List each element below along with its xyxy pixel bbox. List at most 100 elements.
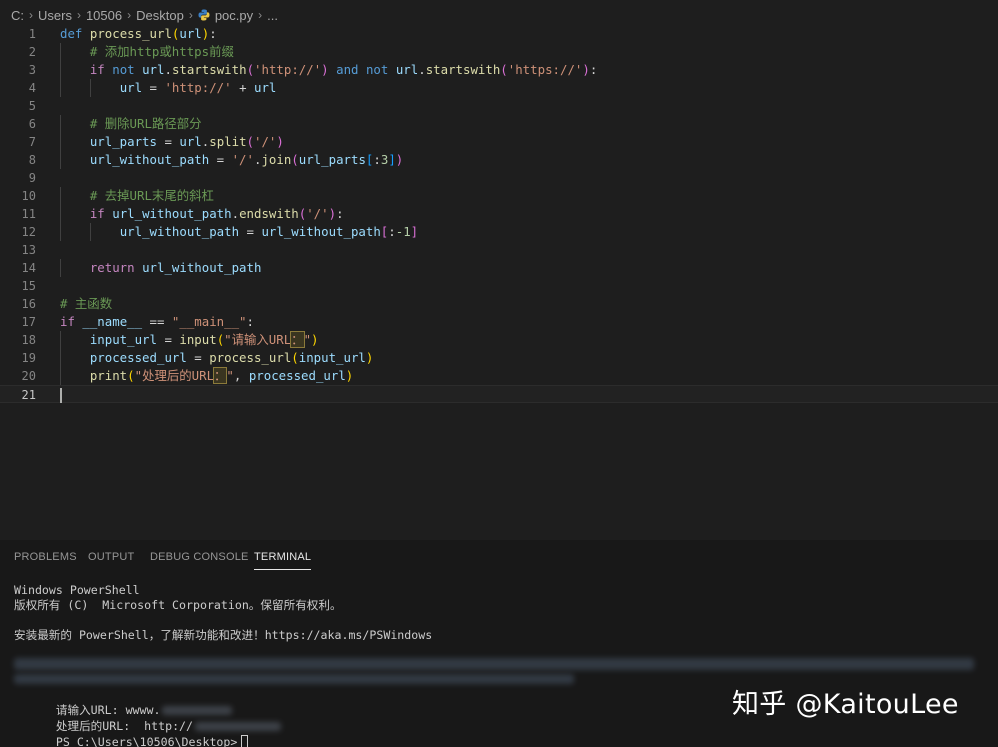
code-line[interactable]: 6 # 删除URL路径部分 xyxy=(0,115,998,133)
code-text: processed_url = process_url(input_url) xyxy=(60,349,374,367)
line-number: 8 xyxy=(28,153,36,167)
redacted-terminal-output xyxy=(14,674,574,684)
watermark: 知乎 @KaitouLee xyxy=(732,689,959,720)
terminal-copyright-line: 版权所有 (C) Microsoft Corporation。保留所有权利。 xyxy=(14,598,342,612)
code-line[interactable]: 21 xyxy=(0,385,998,403)
code-token: ) xyxy=(276,134,284,149)
line-number: 1 xyxy=(28,27,36,41)
code-token: not xyxy=(365,62,389,77)
breadcrumb-user-folder[interactable]: 10506 xyxy=(86,8,122,23)
code-editor[interactable]: 1 def process_url(url): 2 # 添加http或https前缀… xyxy=(0,24,998,540)
line-number: 2 xyxy=(28,45,36,59)
code-token: url xyxy=(119,80,143,95)
code-token: . xyxy=(164,62,172,77)
line-number: 5 xyxy=(28,99,36,113)
code-line[interactable]: 9 xyxy=(0,169,998,187)
code-text: url_without_path = url_without_path[:-1] xyxy=(60,223,418,241)
line-number: 11 xyxy=(21,207,36,221)
breadcrumb-symbol-ellipsis[interactable]: ... xyxy=(267,8,278,23)
code-token: : xyxy=(589,62,598,77)
code-line[interactable]: 14 return url_without_path xyxy=(0,259,998,277)
terminal-install-line: 安装最新的 PowerShell，了解新功能和改进！https://aka.ms… xyxy=(14,628,433,642)
code-token: processed_url xyxy=(89,350,187,365)
code-token: startswith xyxy=(171,62,247,77)
code-line[interactable]: 15 xyxy=(0,277,998,295)
code-token: ) xyxy=(311,332,319,347)
code-line[interactable]: 1 def process_url(url): xyxy=(0,25,998,43)
code-token: url xyxy=(179,134,202,149)
code-token: ) xyxy=(395,152,404,167)
terminal-prompt-line[interactable]: PS C:\Users\10506\Desktop> xyxy=(14,720,249,747)
line-number: 17 xyxy=(21,315,36,329)
code-line[interactable]: 7 url_parts = url.split('/') xyxy=(0,133,998,151)
code-token: # 去掉URL末尾的斜杠 xyxy=(89,188,214,203)
code-line[interactable]: 3 if not url.startswith('http://') and n… xyxy=(0,61,998,79)
code-line[interactable]: 13 xyxy=(0,241,998,259)
tab-terminal[interactable]: TERMINAL xyxy=(254,551,312,570)
terminal-ps-prompt: PS C:\Users\10506\Desktop> xyxy=(55,735,238,747)
text-cursor xyxy=(60,388,62,403)
tab-output[interactable]: OUTPUT xyxy=(88,551,134,563)
code-line[interactable]: 4 url = 'http://' + url xyxy=(0,79,998,97)
code-line[interactable]: 17 if __name__ == "__main__": xyxy=(0,313,998,331)
code-token: ) xyxy=(328,206,337,221)
code-text: # 添加http或https前缀 xyxy=(60,43,234,61)
chevron-right-icon: › xyxy=(76,8,81,22)
line-number: 13 xyxy=(21,243,36,257)
code-token: 'http://' xyxy=(254,62,322,77)
code-token: . xyxy=(418,62,426,77)
breadcrumb-desktop[interactable]: Desktop xyxy=(136,8,184,23)
code-token: ] xyxy=(410,224,419,239)
line-number: 14 xyxy=(21,261,36,275)
code-line[interactable]: 16 # 主函数 xyxy=(0,295,998,313)
code-line[interactable]: 18 input_url = input("请输入URL：") xyxy=(0,331,998,349)
code-line[interactable]: 5 xyxy=(0,97,998,115)
terminal-header-line: Windows PowerShell xyxy=(14,583,140,597)
code-token: ( xyxy=(291,152,299,167)
code-token: url xyxy=(395,62,419,77)
code-line[interactable]: 8 url_without_path = '/'.join(url_parts[… xyxy=(0,151,998,169)
code-line[interactable]: 19 processed_url = process_url(input_url… xyxy=(0,349,998,367)
line-number: 9 xyxy=(28,171,36,185)
code-token: join xyxy=(261,152,292,167)
code-token: = xyxy=(239,224,262,239)
code-token: url xyxy=(179,26,202,41)
code-token: endswith xyxy=(239,206,299,221)
breadcrumb-users[interactable]: Users xyxy=(38,8,72,23)
code-line[interactable]: 20 print("处理后的URL：", processed_url) xyxy=(0,367,998,385)
code-token: ( xyxy=(246,134,255,149)
code-line[interactable]: 11 if url_without_path.endswith('/'): xyxy=(0,205,998,223)
code-token: = xyxy=(186,350,210,365)
code-token: . xyxy=(231,206,240,221)
line-number: 3 xyxy=(28,63,36,77)
code-token: url_without_path xyxy=(89,152,210,167)
code-token: : xyxy=(209,26,217,41)
code-text: url = 'http://' + url xyxy=(60,79,277,97)
code-token: process_url xyxy=(209,350,292,365)
breadcrumb-file[interactable]: poc.py xyxy=(215,8,253,23)
code-line[interactable]: 2 # 添加http或https前缀 xyxy=(0,43,998,61)
code-token: process_url xyxy=(89,26,172,41)
code-token: " xyxy=(303,332,312,347)
code-token: ( xyxy=(246,62,255,77)
code-token: == xyxy=(142,314,172,329)
code-token: not xyxy=(112,62,135,77)
code-token: url_without_path xyxy=(142,260,262,275)
code-token: "处理后的URL xyxy=(134,368,215,383)
tab-debug-console[interactable]: DEBUG CONSOLE xyxy=(150,551,249,563)
code-token: 'http://' xyxy=(164,80,232,95)
breadcrumb-drive[interactable]: C: xyxy=(11,8,24,23)
code-line[interactable]: 12 url_without_path = url_without_path[:… xyxy=(0,223,998,241)
code-line[interactable]: 10 # 去掉URL末尾的斜杠 xyxy=(0,187,998,205)
code-text: input_url = input("请输入URL：") xyxy=(60,331,319,349)
line-number: 10 xyxy=(21,189,36,203)
code-text: print("处理后的URL：", processed_url) xyxy=(60,367,353,385)
tab-problems[interactable]: PROBLEMS xyxy=(14,551,77,563)
